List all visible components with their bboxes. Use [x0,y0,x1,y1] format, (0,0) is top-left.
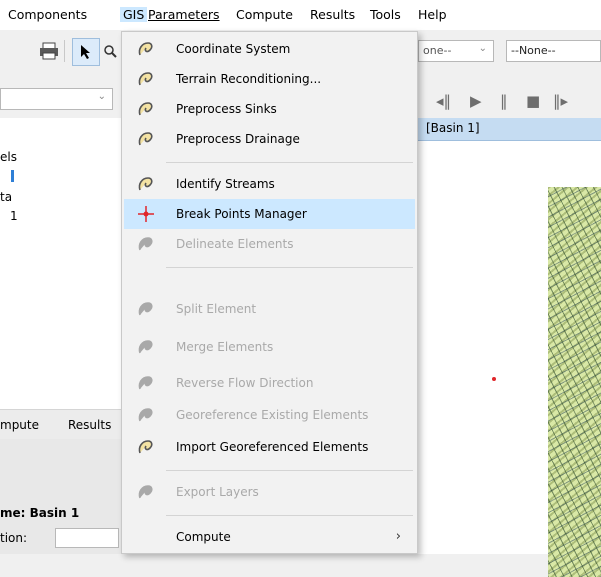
none-dropdown-1[interactable]: one-- ⌄ [418,40,494,62]
basin-map-window: [Basin 1] [418,118,601,577]
basin-select-dropdown[interactable]: ⌄ [0,88,113,110]
gis-tool-icon [138,72,153,86]
menu-item-split-element[interactable]: Split Element [124,294,415,324]
chevron-down-icon: ⌄ [478,43,487,54]
zoom-tool-button[interactable] [100,38,120,64]
component-editor: me: Basin 1 tion: [0,439,121,554]
menu-item-identify-streams[interactable]: Identify Streams [124,169,415,199]
location-label: tion: [0,531,28,545]
menu-item-label: Import Georeferenced Elements [176,440,369,454]
tree-item[interactable]: 1 [10,209,18,223]
menu-item-georeference-existing-elements[interactable]: Georeference Existing Elements [124,400,415,430]
menu-item-preprocess-sinks[interactable]: Preprocess Sinks [124,94,415,124]
tab-compute[interactable]: mpute [0,418,39,432]
toolbar-separator [64,40,65,62]
map-title: [Basin 1] [426,121,480,135]
menu-item-label: Identify Streams [176,177,275,191]
menu-item-label: Preprocess Sinks [176,102,277,116]
menu-item-label: Merge Elements [176,340,274,354]
gis-tool-icon [138,302,153,316]
menu-item-label: Georeference Existing Elements [176,408,369,422]
menu-item-label: Split Element [176,302,257,316]
menu-item-export-layers[interactable]: Export Layers [124,477,415,507]
menu-item-delineate-elements[interactable]: Delineate Elements [124,229,415,259]
none-dropdown-2[interactable]: --None-- [506,40,601,62]
menu-separator [166,470,413,471]
menu-item-merge-elements[interactable]: Merge Elements [124,332,415,362]
menu-item-break-points-manager[interactable]: Break Points Manager [124,199,415,229]
menu-help[interactable]: Help [418,7,447,22]
menu-parameters[interactable]: Parameters [148,7,220,22]
gis-tool-icon [138,177,153,191]
terrain-raster [548,187,601,577]
step-back-icon[interactable]: ◂‖ [436,92,451,110]
menu-item-coordinate-system[interactable]: Coordinate System [124,34,415,64]
printer-icon [40,42,58,60]
menu-gis[interactable]: GIS [120,7,148,22]
menu-item-preprocess-drainage[interactable]: Preprocess Drainage [124,124,415,154]
none-dropdown-1-value: one-- [423,44,452,57]
gis-tool-icon [138,485,153,499]
tree-connector [11,170,14,182]
menu-item-label: Compute [176,530,231,544]
explorer-tabs: mpute Results [0,409,121,440]
menu-results[interactable]: Results [310,7,355,22]
menu-item-label: Coordinate System [176,42,291,56]
play-icon[interactable]: ▶ [470,92,482,110]
menu-components[interactable]: Components [8,7,87,22]
select-tool-button[interactable] [72,38,100,66]
gis-tool-icon [138,237,153,251]
basin-name-label: me: Basin 1 [0,506,80,520]
chevron-down-icon: ⌄ [97,91,106,102]
menu-item-label: Delineate Elements [176,237,294,251]
gis-tool-icon [138,102,153,116]
gis-tool-icon [138,440,153,454]
menu-item-compute[interactable]: Compute › [124,522,415,552]
menu-bar: Components GIS Parameters Compute Result… [0,0,601,31]
stop-icon[interactable]: ■ [526,92,540,110]
menu-item-label: Preprocess Drainage [176,132,300,146]
gis-menu: Coordinate System Terrain Reconditioning… [121,31,418,554]
tab-results[interactable]: Results [68,418,111,432]
watershed-explorer: els ta 1 mpute Results me: Basin 1 tion: [0,118,121,554]
menu-separator [166,515,413,516]
break-point-marker [492,377,496,381]
menu-tools[interactable]: Tools [370,7,401,22]
gis-tool-icon [138,408,153,422]
menu-compute[interactable]: Compute [236,7,293,22]
break-point-icon [138,206,154,222]
tree-item[interactable]: ta [0,190,12,204]
gis-tool-icon [138,132,153,146]
pause-icon[interactable]: ‖ [500,92,508,110]
step-forward-icon[interactable]: ‖▸ [553,92,568,110]
menu-separator [166,267,413,268]
print-button[interactable] [36,38,62,64]
menu-item-import-georeferenced-elements[interactable]: Import Georeferenced Elements [124,432,415,462]
map-title-bar: [Basin 1] [418,118,601,141]
tree-item[interactable]: els [0,150,17,164]
gis-tool-icon [138,42,153,56]
menu-item-reverse-flow-direction[interactable]: Reverse Flow Direction [124,368,415,398]
gis-tool-icon [138,376,153,390]
menu-item-label: Reverse Flow Direction [176,376,314,390]
menu-item-terrain-reconditioning[interactable]: Terrain Reconditioning... [124,64,415,94]
menu-separator [166,162,413,163]
magnifier-icon [104,45,117,58]
none-dropdown-2-value: --None-- [511,44,556,57]
arrow-cursor-icon [81,45,90,59]
menu-item-label: Terrain Reconditioning... [176,72,322,86]
submenu-arrow-icon: › [395,529,401,544]
map-canvas[interactable] [418,141,601,577]
menu-item-label: Break Points Manager [176,207,307,221]
gis-tool-icon [138,340,153,354]
location-input[interactable] [55,528,119,548]
menu-item-label: Export Layers [176,485,259,499]
